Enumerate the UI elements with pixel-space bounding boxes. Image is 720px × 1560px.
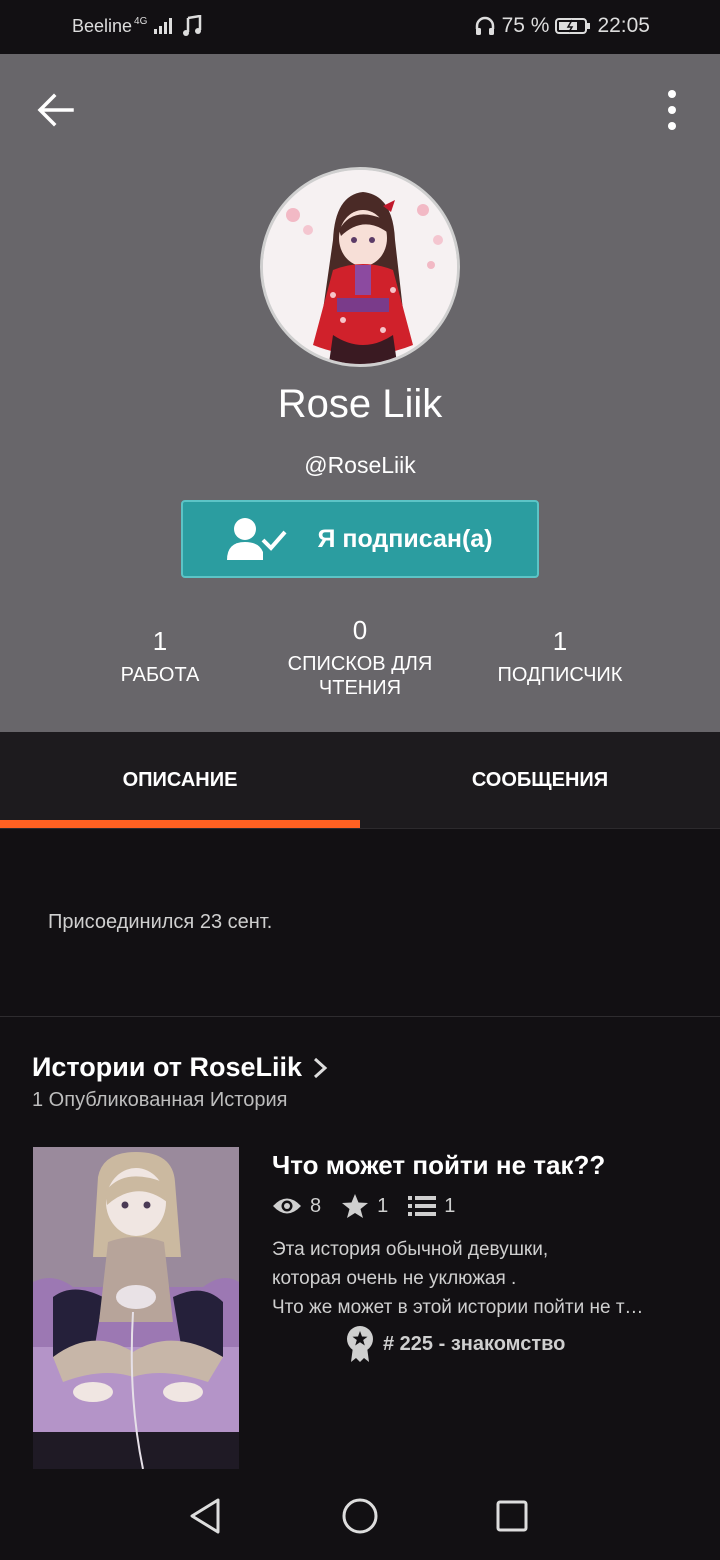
signal-icon (154, 18, 173, 34)
story-votes: 1 (341, 1193, 388, 1219)
story-cover[interactable] (33, 1147, 239, 1469)
story-description-line: которая очень не уклюжая . (272, 1268, 517, 1289)
story-rank-label: # 225 - знакомство (383, 1332, 566, 1355)
stories-count: 1 Опубликованная История (32, 1089, 288, 1111)
list-icon (408, 1196, 437, 1216)
story-description-line: Что же может в этой истории пойти не так… (272, 1297, 652, 1318)
carrier-label: Beeline (72, 15, 133, 36)
system-nav-bar (0, 1470, 720, 1560)
user-check-icon (227, 518, 287, 560)
battery-percent: 75 % (501, 14, 550, 37)
story-votes-count: 1 (377, 1194, 389, 1217)
section-divider (0, 1016, 720, 1017)
ranking-badge-icon (347, 1326, 373, 1362)
battery-icon (555, 18, 591, 34)
stories-section-title: Истории от RoseLiik (32, 1052, 303, 1082)
status-bar: Beeline 4G 75 % 22:05 (0, 0, 720, 54)
profile-name: Rose Liik (277, 382, 443, 426)
profile-tabs: ОПИСАНИЕ СООБЩЕНИЯ (0, 732, 720, 829)
tab-messages[interactable]: СООБЩЕНИЯ (360, 732, 720, 828)
headphones-icon (475, 16, 494, 35)
music-note-icon (183, 15, 202, 36)
stories-section-link[interactable]: Истории от RoseLiik (32, 1052, 328, 1083)
story-views-count: 8 (310, 1194, 322, 1217)
story-parts: 1 (408, 1195, 455, 1218)
tab-description[interactable]: ОПИСАНИЕ (0, 732, 360, 828)
chevron-right-icon (314, 1057, 328, 1078)
story-views: 8 (272, 1195, 321, 1218)
following-button[interactable]: Я подписан(а) (181, 500, 539, 578)
stat-followers[interactable]: 1 ПОДПИСЧИК (440, 626, 680, 687)
status-right: 75 % 22:05 (474, 14, 650, 38)
triangle-back-icon (190, 1498, 220, 1534)
story-parts-count: 1 (444, 1194, 456, 1217)
arrow-left-icon (37, 93, 74, 127)
story-rank[interactable]: # 225 - знакомство (345, 1325, 565, 1363)
profile-header: Rose Liik @RoseLiik Я подписан(а) 1 РАБО… (0, 54, 720, 732)
nav-back-button[interactable] (182, 1492, 230, 1540)
story-title[interactable]: Что может пойти не так?? (272, 1150, 605, 1181)
active-tab-indicator (0, 820, 360, 828)
nav-home-button[interactable] (336, 1492, 384, 1540)
nav-recents-button[interactable] (488, 1492, 536, 1540)
network-label: 4G (134, 15, 148, 27)
clock: 22:05 (597, 14, 650, 37)
more-options-button[interactable] (660, 88, 684, 132)
eye-icon (273, 1198, 301, 1214)
story-description: Эта история обычной девушки, которая оче… (272, 1235, 652, 1322)
joined-date: Присоединился 23 сент. (48, 911, 273, 933)
circle-home-icon (342, 1498, 378, 1534)
following-label: Я подписан(а) (317, 524, 493, 553)
square-recents-icon (496, 1500, 528, 1532)
star-icon (342, 1194, 369, 1218)
stat-reading-lists-label: СПИСКОВ ДЛЯ ЧТЕНИЯ (287, 653, 433, 699)
avatar[interactable] (260, 167, 460, 367)
story-cover-illustration (33, 1147, 239, 1469)
story-stats: 8 1 1 (272, 1193, 475, 1219)
stat-followers-label: ПОДПИСЧИК (497, 664, 623, 686)
stat-followers-count: 1 (552, 626, 568, 656)
back-button[interactable] (36, 90, 76, 130)
profile-handle: @RoseLiik (304, 452, 416, 478)
avatar-illustration (263, 170, 457, 364)
story-description-line: Эта история обычной девушки, (272, 1239, 549, 1260)
status-left: Beeline 4G (72, 15, 203, 37)
more-vertical-icon (668, 90, 676, 130)
